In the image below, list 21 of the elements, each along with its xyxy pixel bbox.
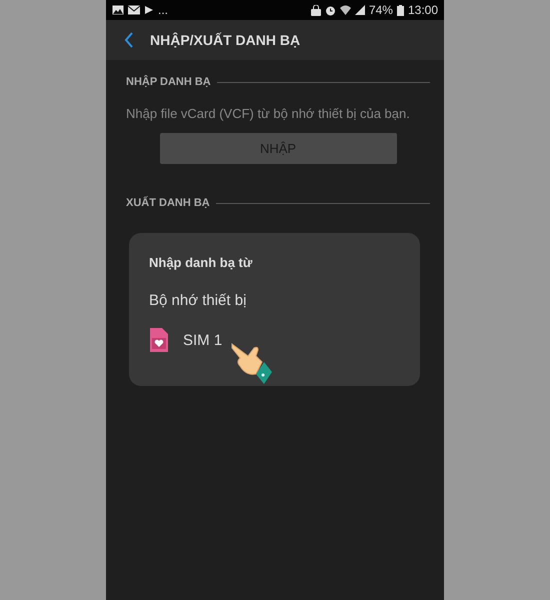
signal-icon [354,5,365,15]
battery-icon [396,4,404,16]
dialog-title: Nhập danh bạ từ [149,255,254,270]
image-icon [112,5,124,15]
wifi-icon [340,5,351,15]
more-indicator: ... [158,3,168,17]
pointing-hand-icon [230,340,274,386]
section-header: XUẤT DANH BẠ [126,197,210,209]
screen-title: NHẬP/XUẤT DANH BẠ [150,32,300,48]
dialog-option[interactable]: Bộ nhớ thiết bị [149,287,400,313]
sim-card-icon [149,327,169,353]
clock-time: 13:00 [408,3,438,17]
dialog-option[interactable]: SIM 1 [149,327,400,353]
section-header: NHẬP DANH BẠ [126,76,211,88]
section-description: Nhập file vCard (VCF) từ bộ nhớ thiết bị của bạn. [126,106,411,121]
alarm-icon [324,4,336,16]
play-icon [144,5,154,15]
battery-percent: 74% [368,3,393,17]
back-icon[interactable] [124,32,134,48]
mail-icon [128,5,140,15]
lock-icon [310,4,321,16]
